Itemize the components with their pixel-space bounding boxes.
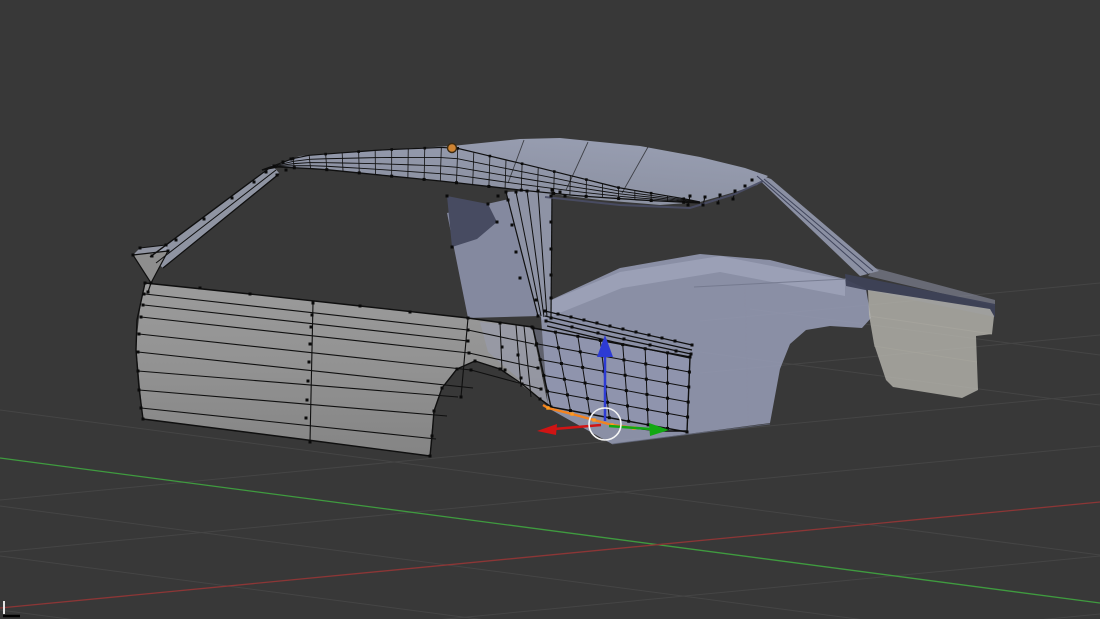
object-origin-dot (446, 142, 458, 154)
viewport-canvas[interactable] (0, 0, 1100, 619)
blender-3d-viewport (0, 0, 1100, 619)
